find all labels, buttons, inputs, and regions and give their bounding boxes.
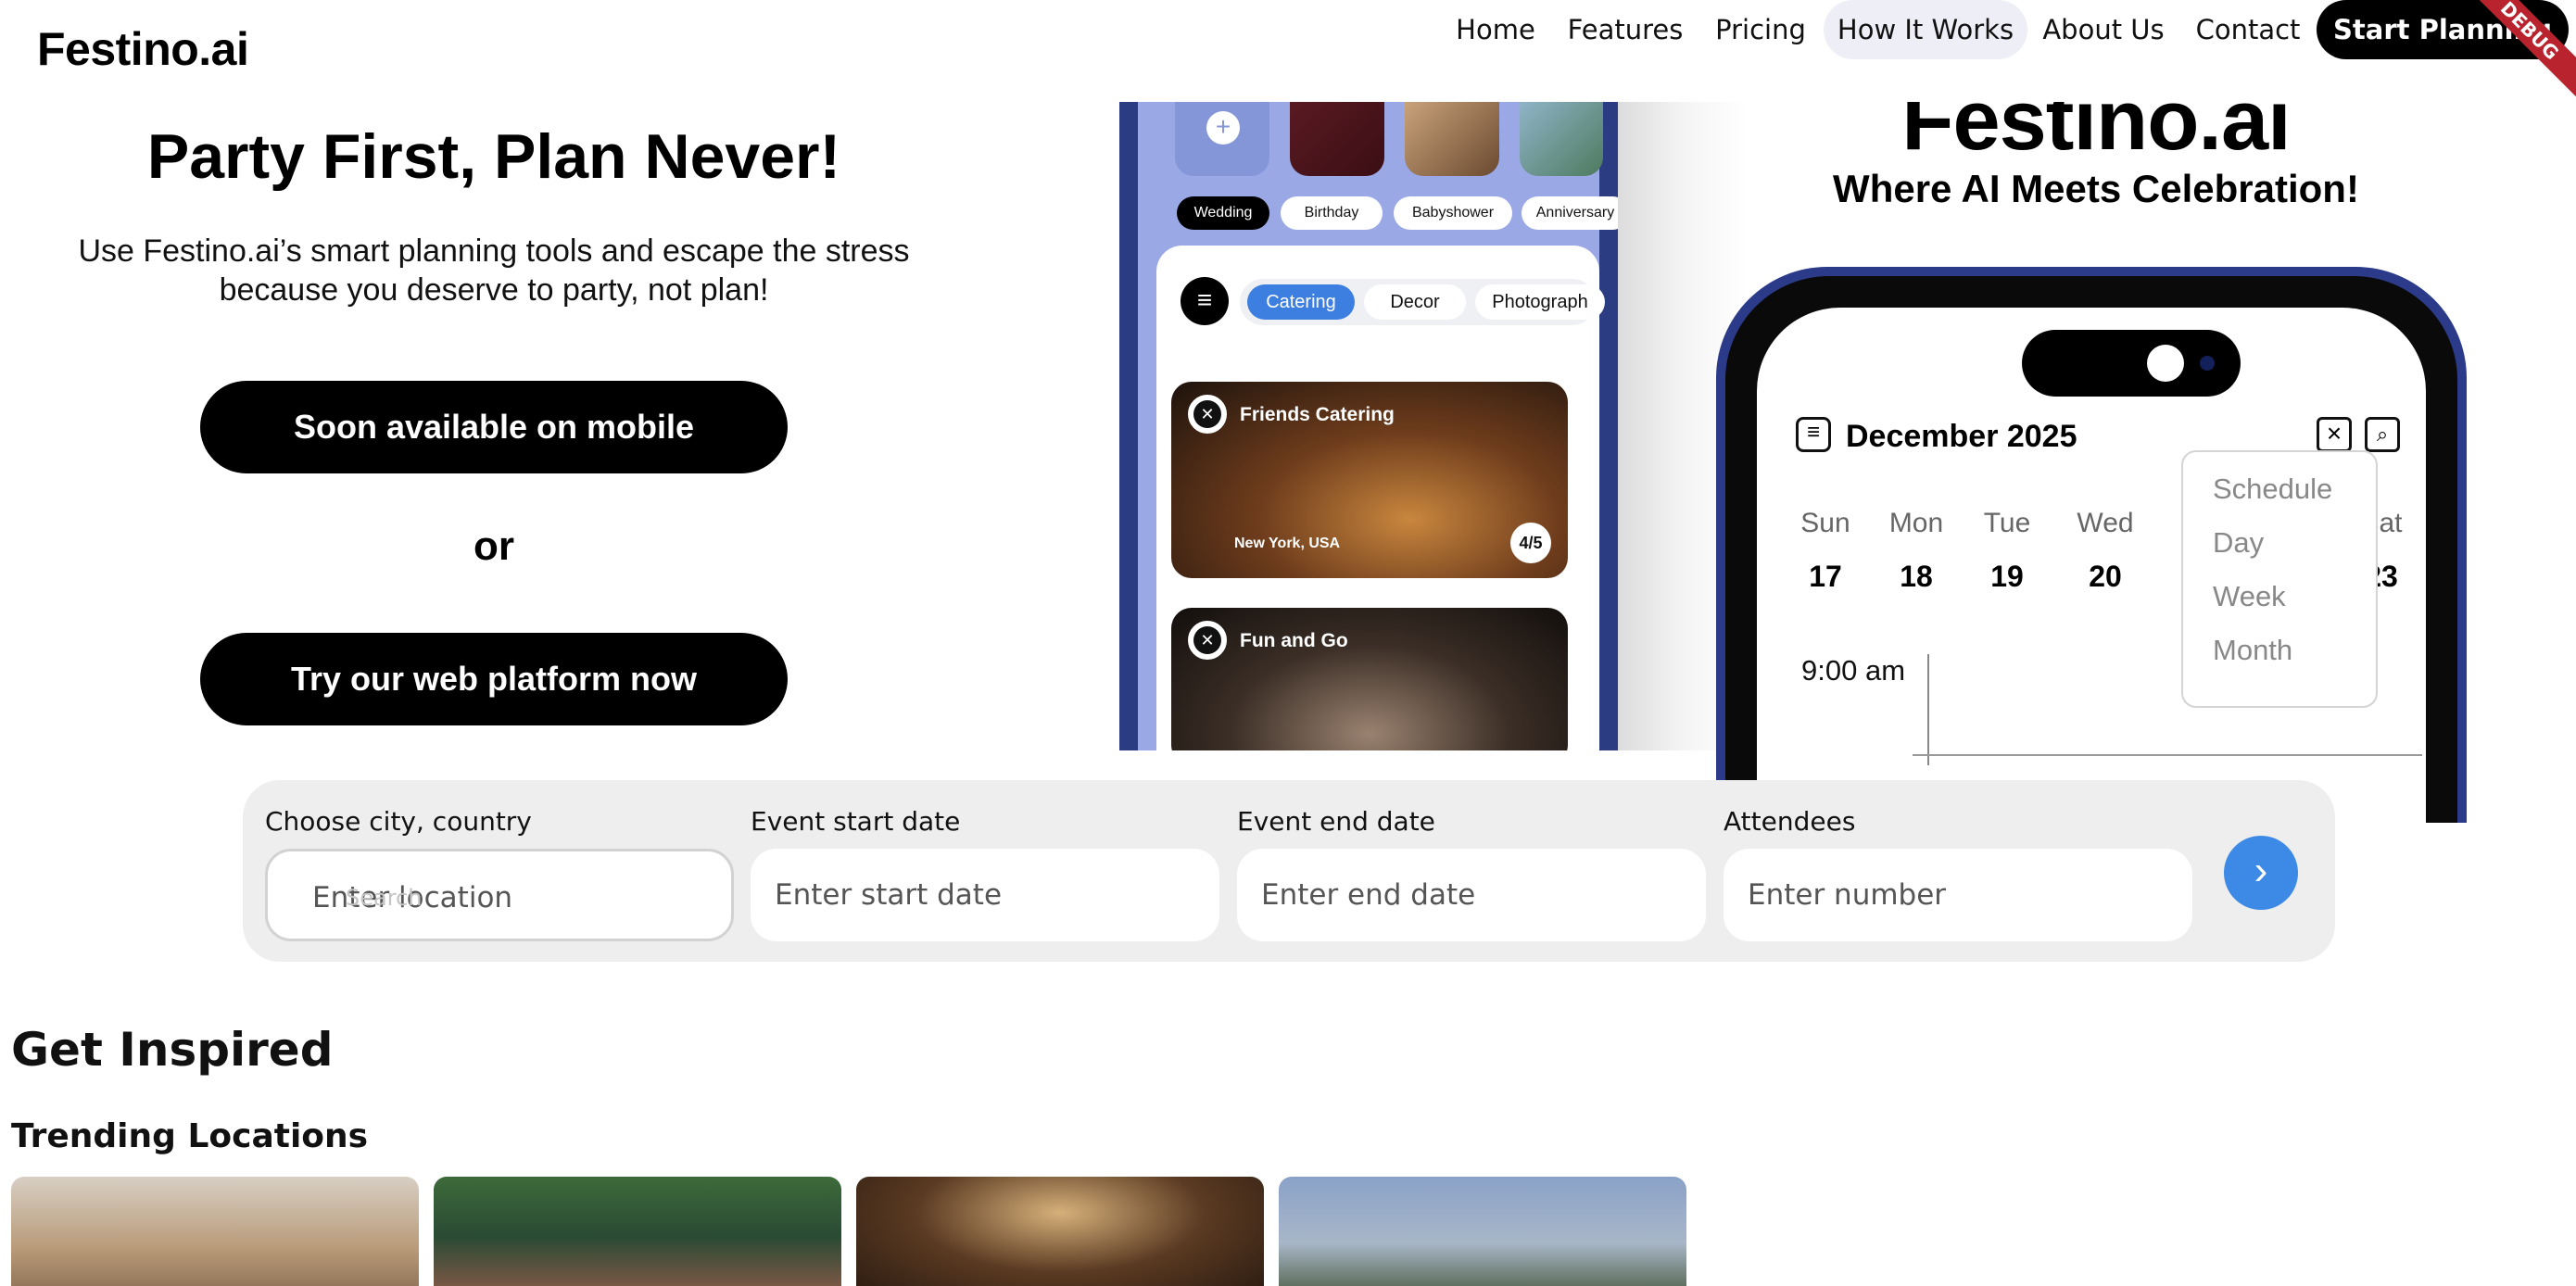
nav-link-home[interactable]: Home [1446,0,1546,59]
mobile-availability-button[interactable]: Soon available on mobile [200,381,788,473]
date-cell[interactable]: 18 [1879,560,1953,594]
view-dropdown: Schedule Day Week Month [2181,450,2378,708]
weekday-label: Wed [2077,508,2134,538]
end-date-input[interactable]: Enter end date [1237,849,1706,941]
start-date-label: Event start date [751,806,961,837]
tag-anniversary[interactable]: Anniversary [1522,196,1618,230]
view-option-week[interactable]: Week [2213,580,2286,613]
location-input[interactable]: Enter location Search [265,849,734,941]
menu-icon[interactable]: ≡ [1796,417,1831,452]
camera-icon [2200,356,2215,371]
phone-mockup-calendar: ≡ December 2025 × ⌕ Sun Mon Tue Wed Sat … [1716,267,2467,823]
dynamic-island [2022,330,2241,397]
search-icon[interactable]: ⌕ [2365,417,2400,452]
vendor-card-location: New York, USA [1234,536,1341,551]
phone-mockup-vendors: + Wedding Birthday Babyshower Anniversar… [1119,102,1618,750]
calendar-month-title: December 2025 [1846,419,2077,454]
nav-link-contact[interactable]: Contact [2183,0,2313,59]
close-icon[interactable]: × [2317,417,2352,452]
vendor-card[interactable]: ✕ Friends Catering New York, USA 4/5 [1171,382,1568,578]
view-option-day[interactable]: Day [2213,526,2264,560]
weekday-label: Tue [1983,508,2031,538]
vendor-card-title: Fun and Go [1240,630,1348,651]
location-card[interactable] [856,1177,1264,1286]
site-logo[interactable]: Festino.ai [37,22,249,76]
brand-tagline: Where AI Meets Celebration! [1833,167,2359,210]
island-indicator [2147,345,2184,382]
get-inspired-heading: Get Inspired [11,1023,334,1077]
category-catering[interactable]: Catering [1247,284,1355,320]
date-cell[interactable]: 20 [2068,560,2142,594]
cutlery-icon: ✕ [1188,395,1227,434]
tag-babyshower[interactable]: Babyshower [1394,196,1512,230]
nav-link-how-it-works[interactable]: How It Works [1824,0,2027,59]
nav-link-about-us[interactable]: About Us [2039,0,2168,59]
thumbnail-image [1290,102,1384,176]
tag-wedding[interactable]: Wedding [1177,196,1269,230]
date-cell[interactable]: 17 [1788,560,1863,594]
calendar-screen: ≡ December 2025 × ⌕ Sun Mon Tue Wed Sat … [1757,308,2426,823]
or-separator: or [474,523,514,569]
nav-link-features[interactable]: Features [1564,0,1686,59]
location-card[interactable] [1279,1177,1686,1286]
filter-icon[interactable]: ≡ [1181,277,1229,325]
nav-link-pricing[interactable]: Pricing [1705,0,1816,59]
search-submit-button[interactable]: › [2224,836,2298,910]
view-option-month[interactable]: Month [2213,634,2292,667]
thumbnail-image [1520,102,1603,176]
time-slot-label: 9:00 am [1801,654,1906,687]
location-label: Choose city, country [265,806,532,837]
tag-birthday[interactable]: Birthday [1281,196,1383,230]
trending-locations-heading: Trending Locations [11,1117,369,1155]
category-strip: Catering Decor Photograph [1240,279,1605,325]
start-date-input[interactable]: Enter start date [751,849,1219,941]
event-search-bar: Choose city, country Enter location Sear… [243,780,2335,962]
cutlery-icon: ✕ [1188,621,1227,660]
hero-subtitle: Use Festino.ai’s smart planning tools an… [78,233,910,308]
thumbnail-image [1405,102,1499,176]
timeline-divider [1927,654,1929,765]
location-overlay-hint: Search [346,885,423,911]
weekday-label: Mon [1888,508,1944,538]
chevron-right-icon: › [2254,848,2268,893]
location-card[interactable] [11,1177,419,1286]
category-photograph[interactable]: Photograph [1475,284,1605,320]
top-navbar: Festino.ai Home Features Pricing How It … [0,0,2576,102]
category-decor[interactable]: Decor [1364,284,1466,320]
attendees-label: Attendees [1724,806,1856,837]
date-cell[interactable]: 19 [1970,560,2044,594]
weekday-label: Sun [1800,508,1850,538]
phone-bezel: ≡ December 2025 × ⌕ Sun Mon Tue Wed Sat … [1725,276,2457,823]
view-option-schedule[interactable]: Schedule [2213,473,2332,506]
attendees-input[interactable]: Enter number [1724,849,2192,941]
vendor-card-rating: 4/5 [1510,523,1551,563]
plus-icon: + [1206,111,1240,145]
vendor-card[interactable]: ✕ Fun and Go [1171,608,1568,750]
vendor-card-title: Friends Catering [1240,404,1395,425]
hero-title: Party First, Plan Never! [146,121,841,192]
end-date-label: Event end date [1237,806,1435,837]
add-photo-tile[interactable]: + [1175,102,1269,176]
location-card[interactable] [434,1177,841,1286]
web-platform-button[interactable]: Try our web platform now [200,633,788,725]
timeline-divider [1913,754,2422,756]
